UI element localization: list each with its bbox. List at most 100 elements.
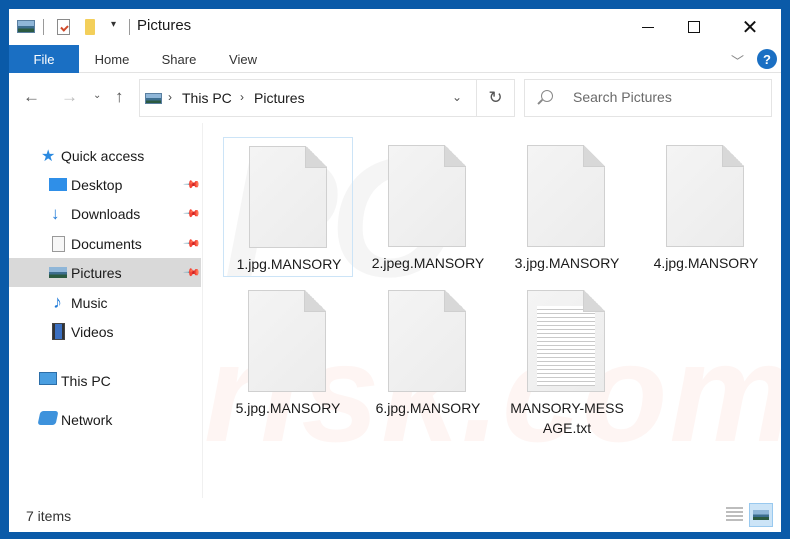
title-bar: ▾ Pictures ✕ — [9, 9, 781, 45]
minimize-icon — [642, 26, 654, 28]
pictures-icon — [49, 267, 67, 278]
properties-icon[interactable] — [57, 19, 70, 35]
recent-locations-button[interactable]: ⌄ — [93, 90, 101, 101]
breadcrumb-this-pc[interactable]: This PC — [182, 90, 232, 106]
close-icon: ✕ — [741, 16, 759, 39]
breadcrumb-separator[interactable]: › — [240, 90, 244, 104]
file-item[interactable]: 2.jpeg.MANSORY — [363, 137, 493, 277]
file-fold — [722, 145, 744, 167]
tab-file[interactable]: File — [9, 45, 79, 73]
file-name: 3.jpg.MANSORY — [514, 255, 620, 271]
file-item[interactable]: MANSORY-MESS AGE.txt — [502, 282, 632, 436]
music-icon: ♪ — [53, 292, 62, 312]
up-button[interactable]: ↑ — [115, 87, 124, 107]
breadcrumb-pictures[interactable]: Pictures — [254, 90, 305, 106]
new-folder-icon[interactable] — [85, 19, 95, 35]
file-list: PC risk.com 1.jpg.MANSORY 2.jpeg.MANSORY… — [204, 123, 781, 498]
pin-icon[interactable]: 📌 — [182, 234, 201, 253]
search-input[interactable] — [573, 89, 763, 105]
pin-icon[interactable]: 📌 — [182, 204, 201, 223]
pictures-folder-icon[interactable] — [17, 20, 35, 33]
file-name: 6.jpg.MANSORY — [375, 400, 481, 416]
sidebar-item-label: Desktop — [71, 176, 123, 193]
item-count: 7 items — [26, 508, 72, 524]
pictures-location-icon — [145, 93, 162, 104]
ribbon-tabs: File Home Share View ﹀ ? — [9, 45, 781, 73]
file-fold — [583, 290, 605, 312]
sidebar-item-quick-access[interactable]: ★ Quick access — [9, 141, 201, 170]
file-name: 5.jpg.MANSORY — [235, 400, 341, 416]
tab-view[interactable]: View — [219, 45, 267, 73]
navigation-bar: ← → ⌄ ↑ › This PC › Pictures ⌄ ↻ — [9, 73, 781, 123]
file-name: 1.jpg.MANSORY — [236, 256, 342, 272]
file-fold — [444, 290, 466, 312]
sidebar-item-label: Music — [71, 294, 108, 311]
window-title: Pictures — [137, 17, 192, 34]
sidebar-item-documents[interactable]: Documents 📌 — [9, 229, 201, 258]
toolbar-divider — [43, 19, 44, 35]
file-fold — [304, 290, 326, 312]
file-name: 4.jpg.MANSORY — [653, 255, 759, 271]
customize-dropdown-icon[interactable]: ▾ — [111, 19, 116, 30]
file-fold — [444, 145, 466, 167]
maximize-icon — [688, 21, 700, 33]
sidebar-item-label: Videos — [71, 323, 114, 340]
sidebar-item-label: This PC — [61, 372, 111, 389]
sidebar-item-pictures[interactable]: Pictures 📌 — [9, 258, 201, 287]
tab-home[interactable]: Home — [85, 45, 139, 73]
sidebar-item-label: Pictures — [71, 264, 122, 281]
sidebar-item-label: Downloads — [71, 205, 141, 222]
download-icon: ↓ — [51, 204, 60, 223]
network-icon — [37, 411, 59, 425]
sidebar-item-label: Documents — [71, 235, 142, 252]
expand-ribbon-icon[interactable]: ﹀ — [731, 51, 744, 70]
minimize-button[interactable] — [625, 9, 671, 45]
large-icons-view-icon — [753, 510, 769, 520]
sidebar-item-label: Quick access — [61, 147, 145, 164]
sidebar-item-videos[interactable]: Videos — [9, 317, 201, 346]
tab-share[interactable]: Share — [153, 45, 205, 73]
sidebar-item-desktop[interactable]: Desktop 📌 — [9, 170, 201, 199]
back-button[interactable]: ← — [23, 87, 40, 107]
search-box[interactable] — [524, 79, 772, 117]
file-name: 2.jpeg.MANSORY — [371, 255, 485, 271]
desktop-icon — [49, 178, 67, 191]
details-view-icon[interactable] — [726, 507, 743, 522]
toolbar-divider — [129, 19, 130, 35]
address-bar[interactable]: › This PC › Pictures ⌄ — [139, 79, 477, 117]
file-name: MANSORY-MESS AGE.txt — [502, 398, 632, 438]
help-icon[interactable]: ? — [757, 49, 777, 69]
address-dropdown-icon[interactable]: ⌄ — [452, 90, 462, 104]
sidebar-item-downloads[interactable]: ↓ Downloads 📌 — [9, 199, 201, 228]
file-explorer-window: ▾ Pictures ✕ File Home Share View ﹀ ? ← … — [9, 9, 781, 532]
file-name-line: MANSORY-MESS — [510, 400, 624, 416]
maximize-button[interactable] — [671, 9, 717, 45]
file-fold — [305, 146, 327, 168]
documents-icon — [52, 236, 65, 252]
sidebar-item-music[interactable]: ♪ Music — [9, 288, 201, 317]
this-pc-icon — [39, 372, 57, 385]
pin-icon[interactable]: 📌 — [182, 175, 201, 194]
pin-icon[interactable]: 📌 — [182, 263, 201, 282]
file-item[interactable]: 6.jpg.MANSORY — [363, 282, 493, 422]
videos-icon — [52, 323, 65, 340]
file-item[interactable]: 3.jpg.MANSORY — [502, 137, 632, 277]
file-item[interactable]: 4.jpg.MANSORY — [641, 137, 771, 277]
large-icons-view-button[interactable] — [749, 503, 773, 527]
forward-button[interactable]: → — [61, 87, 78, 107]
refresh-icon: ↻ — [488, 88, 503, 107]
file-name-line: AGE.txt — [542, 420, 592, 436]
star-icon: ★ — [41, 148, 56, 165]
close-button[interactable]: ✕ — [727, 9, 773, 45]
sidebar-item-this-pc[interactable]: This PC — [9, 366, 201, 395]
file-fold — [583, 145, 605, 167]
breadcrumb-separator[interactable]: › — [168, 90, 172, 104]
file-item[interactable]: 5.jpg.MANSORY — [223, 282, 353, 422]
sidebar-item-label: Network — [61, 411, 113, 428]
refresh-button[interactable]: ↻ — [477, 79, 515, 117]
text-lines — [537, 306, 595, 386]
file-item[interactable]: 1.jpg.MANSORY — [223, 137, 353, 277]
search-icon — [541, 90, 553, 102]
sidebar-item-network[interactable]: Network — [9, 405, 201, 434]
navigation-pane: ★ Quick access Desktop 📌 ↓ Downloads 📌 D… — [9, 123, 203, 498]
